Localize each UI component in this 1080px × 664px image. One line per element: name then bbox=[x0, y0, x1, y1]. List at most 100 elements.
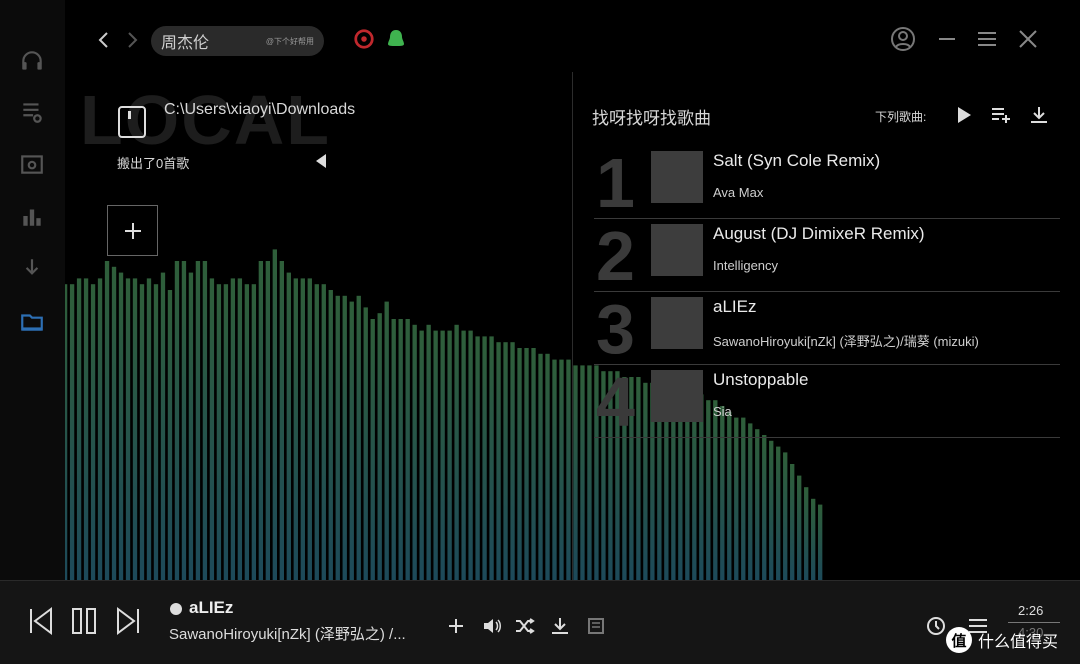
next-icon bbox=[117, 607, 139, 635]
triangle-left-icon bbox=[316, 154, 326, 168]
visualizer-bar bbox=[398, 319, 403, 580]
history-button[interactable] bbox=[924, 614, 948, 638]
download-button[interactable] bbox=[548, 614, 572, 638]
headphones-icon[interactable] bbox=[15, 44, 49, 78]
search-input[interactable]: 周杰伦 @下个好帮用 bbox=[151, 26, 324, 56]
back-button[interactable] bbox=[90, 26, 116, 54]
visualizer-bar bbox=[461, 330, 466, 580]
song-row[interactable]: 4 Unstoppable Sia bbox=[594, 363, 1060, 441]
visualizer-bar bbox=[475, 336, 480, 580]
song-cover bbox=[651, 151, 703, 203]
visualizer-bar bbox=[104, 261, 110, 580]
download-icon bbox=[1031, 107, 1047, 123]
qqmusic-icon[interactable] bbox=[381, 24, 411, 54]
netease-icon[interactable] bbox=[349, 24, 379, 54]
visualizer-bar bbox=[741, 417, 746, 580]
visualizer-bar bbox=[517, 348, 522, 580]
current-time: 2:26 bbox=[1018, 603, 1044, 618]
visualizer-bar bbox=[776, 446, 781, 580]
visualizer-bar bbox=[377, 313, 382, 580]
song-artist: SawanoHiroyuki[nZk] (泽野弘之)/瑞葵 (mizuki) bbox=[713, 334, 979, 349]
previous-button[interactable] bbox=[26, 603, 56, 639]
visualizer-bar bbox=[573, 365, 578, 580]
minimize-icon bbox=[939, 38, 955, 40]
visualizer-bar bbox=[559, 359, 564, 580]
radio-icon[interactable] bbox=[15, 147, 49, 181]
song-rank: 4 bbox=[596, 363, 635, 441]
lyrics-button[interactable] bbox=[584, 614, 608, 638]
visualizer-bar bbox=[391, 319, 396, 580]
search-hint: @下个好帮用 bbox=[265, 36, 314, 46]
add-to-playlist-button[interactable] bbox=[444, 614, 468, 638]
visualizer-bar bbox=[790, 464, 795, 580]
visualizer-bar bbox=[118, 272, 124, 580]
forward-button[interactable] bbox=[120, 26, 146, 54]
visualizer-bar bbox=[216, 284, 222, 580]
visualizer-bar bbox=[447, 330, 452, 580]
shuffle-icon bbox=[516, 618, 535, 634]
history-icon bbox=[927, 617, 945, 635]
user-icon[interactable] bbox=[888, 24, 918, 54]
local-path: C:\Users\xiaoyi\Downloads bbox=[164, 101, 356, 118]
pause-button[interactable] bbox=[68, 603, 100, 639]
previous-icon bbox=[30, 607, 52, 635]
chart-icon[interactable] bbox=[15, 199, 49, 233]
close-button[interactable] bbox=[1013, 24, 1043, 54]
volume-button[interactable] bbox=[480, 614, 504, 638]
queue-add-icon bbox=[992, 108, 1010, 123]
visualizer-bar bbox=[524, 348, 529, 580]
visualizer-bar bbox=[797, 475, 802, 580]
visualizer-bar bbox=[356, 295, 361, 580]
shuffle-button[interactable] bbox=[513, 614, 537, 638]
visualizer-bar bbox=[90, 284, 96, 580]
song-row[interactable]: 3 aLIEz SawanoHiroyuki[nZk] (泽野弘之)/瑞葵 (m… bbox=[594, 291, 1060, 367]
visualizer-bar bbox=[209, 278, 215, 580]
visualizer-bar bbox=[545, 353, 550, 580]
visualizer-bar bbox=[783, 452, 788, 580]
visualizer-bar bbox=[580, 365, 585, 580]
download-icon[interactable] bbox=[15, 252, 49, 286]
visualizer-bar bbox=[769, 440, 774, 580]
close-icon bbox=[1019, 30, 1037, 48]
add-to-queue-button[interactable] bbox=[989, 103, 1013, 127]
plus-icon bbox=[449, 619, 463, 633]
visualizer-bar bbox=[202, 261, 208, 580]
visualizer-bar bbox=[167, 290, 173, 580]
visualizer-bar bbox=[272, 249, 277, 580]
visualizer-bar bbox=[748, 423, 753, 580]
song-title: August (DJ DimixeR Remix) bbox=[713, 224, 925, 243]
visualizer-bar bbox=[279, 261, 284, 580]
visualizer-bar bbox=[174, 261, 180, 580]
play-icon bbox=[958, 107, 971, 123]
visualizer-bar bbox=[384, 301, 389, 580]
now-playing-indicator-icon bbox=[170, 603, 182, 615]
song-rank: 1 bbox=[596, 144, 635, 222]
visualizer-bar bbox=[83, 278, 89, 580]
playlist-icon[interactable] bbox=[15, 95, 49, 129]
visualizer-bar bbox=[244, 284, 250, 580]
visualizer-bar bbox=[762, 435, 767, 580]
local-folder-icon bbox=[117, 105, 147, 139]
play-all-button[interactable] bbox=[952, 103, 976, 127]
add-folder-button[interactable] bbox=[107, 205, 158, 256]
menu-button[interactable] bbox=[972, 24, 1002, 54]
visualizer-bar bbox=[335, 295, 340, 580]
song-row[interactable]: 2 August (DJ DimixeR Remix) Intelligency bbox=[594, 218, 1060, 294]
visualizer-bar bbox=[230, 278, 236, 580]
song-row[interactable]: 1 Salt (Syn Cole Remix) Ava Max bbox=[594, 144, 1060, 222]
visualizer-bar bbox=[370, 319, 375, 580]
visualizer-bar bbox=[349, 301, 354, 580]
download-all-button[interactable] bbox=[1027, 103, 1051, 127]
collapse-button[interactable] bbox=[314, 153, 328, 169]
visualizer-bar bbox=[265, 261, 271, 580]
visualizer-bar bbox=[412, 324, 417, 580]
visualizer-bar bbox=[146, 278, 152, 580]
visualizer-bar bbox=[76, 278, 82, 580]
visualizer-bar bbox=[734, 417, 739, 580]
minimize-button[interactable] bbox=[932, 24, 962, 54]
visualizer-bar bbox=[153, 284, 159, 580]
next-button[interactable] bbox=[113, 603, 143, 639]
visualizer-bar bbox=[433, 330, 438, 580]
folder-icon[interactable] bbox=[15, 305, 49, 339]
visualizer-bar bbox=[531, 348, 536, 580]
